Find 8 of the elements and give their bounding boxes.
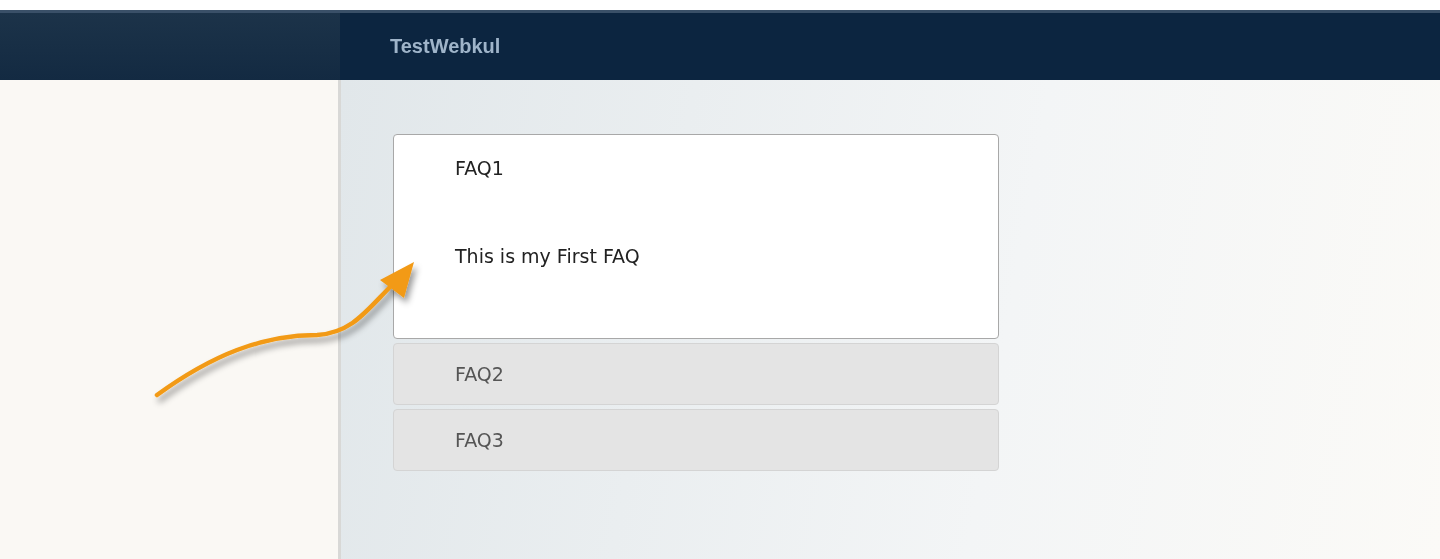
faq-question: FAQ3	[455, 429, 505, 451]
site-title[interactable]: TestWebkul	[390, 35, 501, 58]
faq-answer: This is my First FAQ	[455, 245, 641, 267]
faq-question: FAQ1	[455, 157, 505, 179]
faq-question: FAQ2	[455, 363, 505, 385]
faq-item[interactable]: FAQ2	[393, 343, 999, 405]
faq-item[interactable]: FAQ1 This is my First FAQ	[393, 134, 999, 339]
faq-item[interactable]: FAQ3	[393, 409, 999, 471]
